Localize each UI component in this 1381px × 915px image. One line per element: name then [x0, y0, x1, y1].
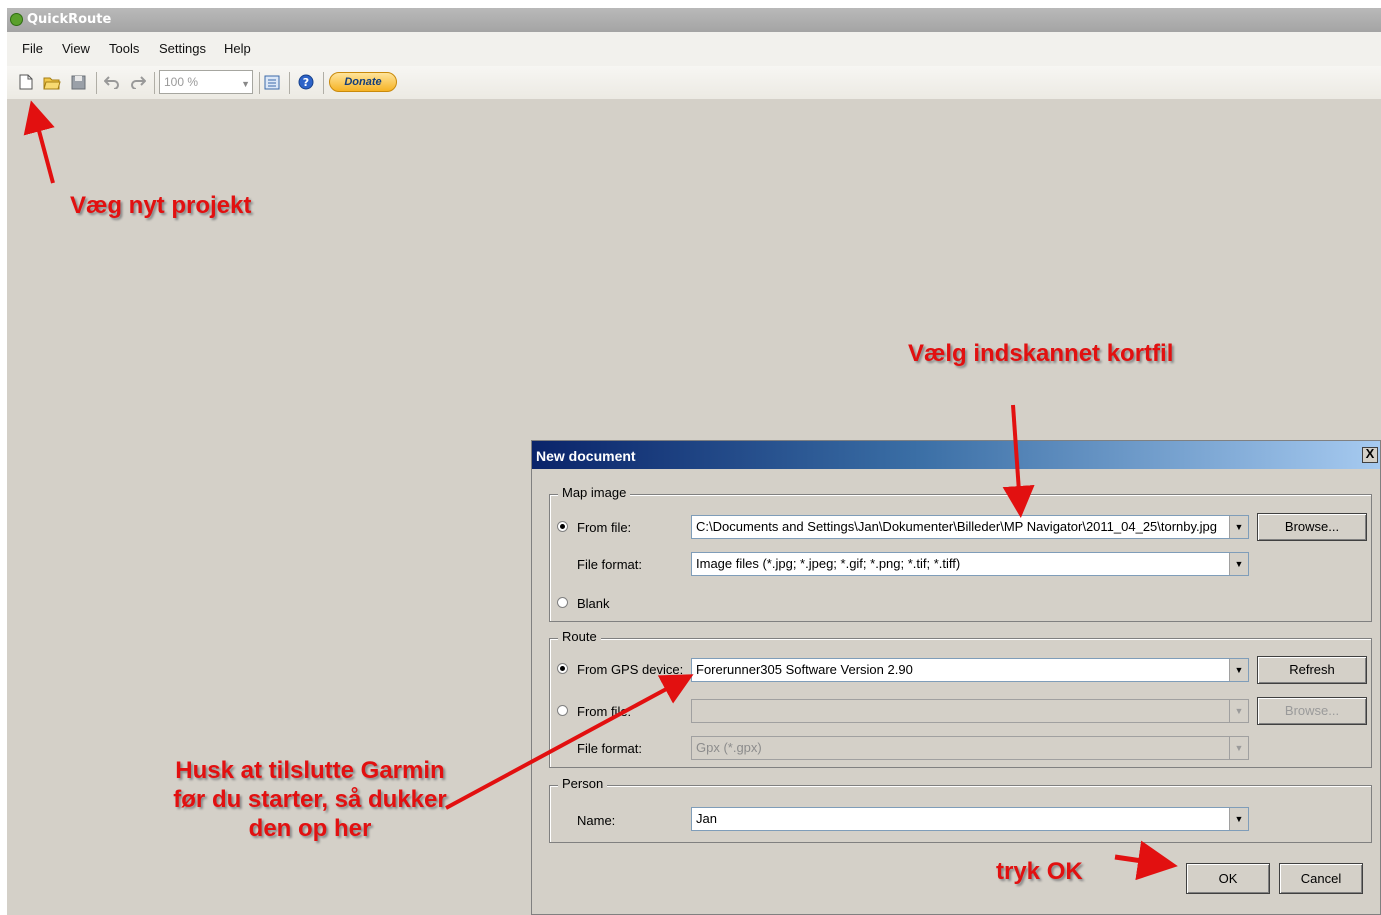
- annotation-garmin-line: den op her: [248, 815, 372, 842]
- annotation-choose-map: Vælg indskannet kortfil: [908, 340, 1174, 367]
- annotation-garmin: Husk at tilslutte Garmin før du starter,…: [150, 756, 470, 843]
- annotation-garmin-line: Husk at tilslutte Garmin: [175, 757, 445, 784]
- annotation-press-ok: tryk OK: [996, 858, 1083, 885]
- arrow-to-map-file: [1002, 404, 1035, 518]
- annotation-garmin-line: før du starter, så dukker: [173, 786, 447, 813]
- arrow-to-new-button: [23, 100, 55, 184]
- arrow-to-ok-button: [1114, 840, 1178, 881]
- arrow-to-gps-device: [445, 674, 694, 810]
- annotation-new-project: Væg nyt projekt: [70, 192, 252, 219]
